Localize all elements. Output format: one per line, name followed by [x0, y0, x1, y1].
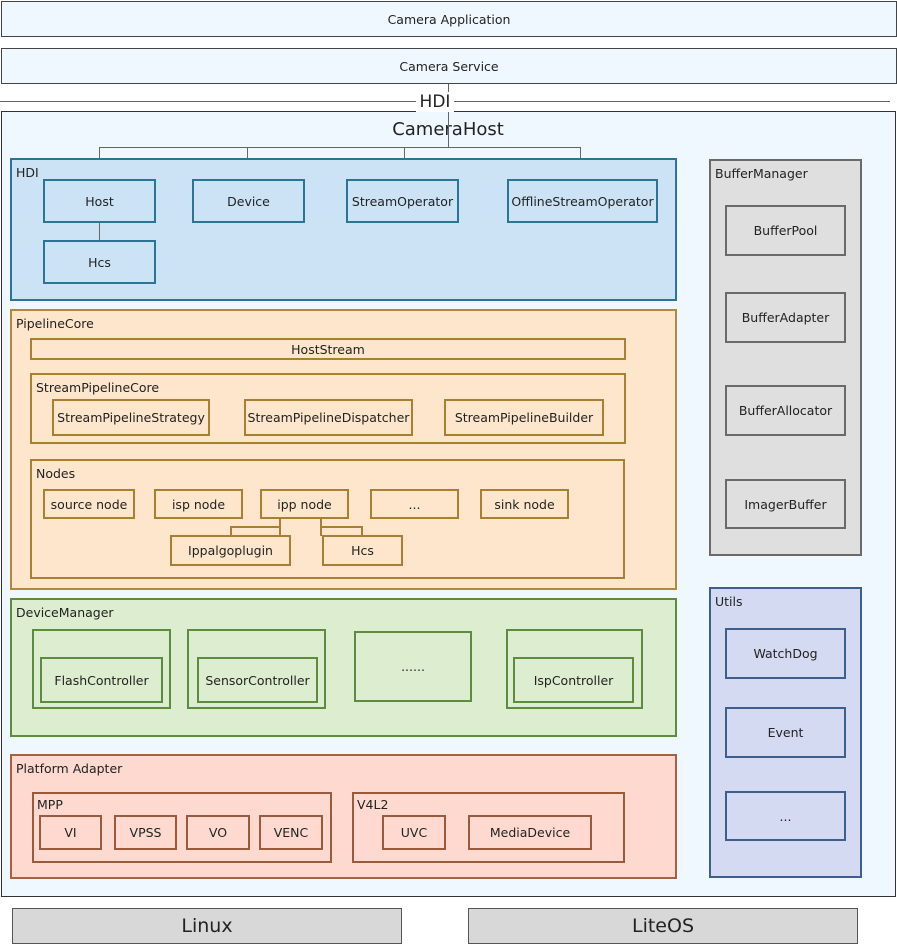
pipeline-core-label: PipelineCore [16, 316, 94, 331]
camera-application-layer: Camera Application [1, 1, 897, 37]
vi-box: VI [39, 815, 102, 850]
device-manager-label: DeviceManager [16, 605, 114, 620]
buffer-allocator-box: BufferAllocator [725, 385, 846, 436]
host-stream-box: HostStream [30, 338, 626, 360]
stream-pipeline-builder-box: StreamPipelineBuilder [444, 399, 604, 436]
v4l2-label: V4L2 [357, 797, 389, 812]
linux-layer: Linux [12, 908, 402, 944]
hdi-group-label: HDI [16, 165, 39, 180]
mpp-label: MPP [37, 797, 63, 812]
stream-pipeline-dispatcher-box: StreamPipelineDispatcher [244, 399, 413, 436]
ipp-hcs-box: Hcs [322, 535, 403, 566]
more-nodes-box: ... [370, 489, 459, 519]
uvc-box: UVC [382, 815, 446, 850]
stream-operator-box: StreamOperator [346, 179, 459, 223]
host-box: Host [43, 179, 156, 223]
buffer-adapter-box: BufferAdapter [725, 292, 846, 343]
more-utils-box: ... [725, 791, 846, 841]
ipp-node-box: ipp node [260, 489, 349, 519]
utils-label: Utils [715, 594, 743, 609]
more-controllers-box: ...... [354, 631, 472, 702]
stream-pipeline-strategy-box: StreamPipelineStrategy [52, 399, 210, 436]
liteos-layer: LiteOS [468, 908, 858, 944]
hdi-hcs-box: Hcs [43, 240, 156, 284]
sink-node-box: sink node [480, 489, 569, 519]
vo-box: VO [186, 815, 250, 850]
source-node-box: source node [43, 489, 135, 519]
vpss-box: VPSS [114, 815, 177, 850]
buffer-pool-box: BufferPool [725, 205, 846, 256]
watchdog-box: WatchDog [725, 628, 846, 679]
flash-controller-box: FlashController [40, 657, 163, 703]
isp-node-box: isp node [154, 489, 243, 519]
offline-stream-operator-box: OfflineStreamOperator [507, 179, 658, 223]
hdi-label: HDI [416, 92, 454, 112]
ippalgoplugin-box: Ippalgoplugin [170, 535, 291, 566]
platform-adapter-label: Platform Adapter [16, 761, 123, 776]
sensor-controller-box: SensorController [197, 657, 318, 703]
isp-controller-box: IspController [513, 657, 634, 703]
connector [99, 147, 581, 148]
media-device-box: MediaDevice [468, 815, 592, 850]
venc-box: VENC [259, 815, 323, 850]
imager-buffer-box: ImagerBuffer [725, 479, 846, 529]
connector [99, 222, 100, 241]
nodes-label: Nodes [36, 466, 76, 481]
device-box: Device [192, 179, 305, 223]
event-box: Event [725, 707, 846, 758]
stream-pipeline-core-label: StreamPipelineCore [36, 380, 160, 395]
camera-service-layer: Camera Service [1, 48, 897, 84]
buffer-manager-label: BufferManager [715, 166, 808, 181]
